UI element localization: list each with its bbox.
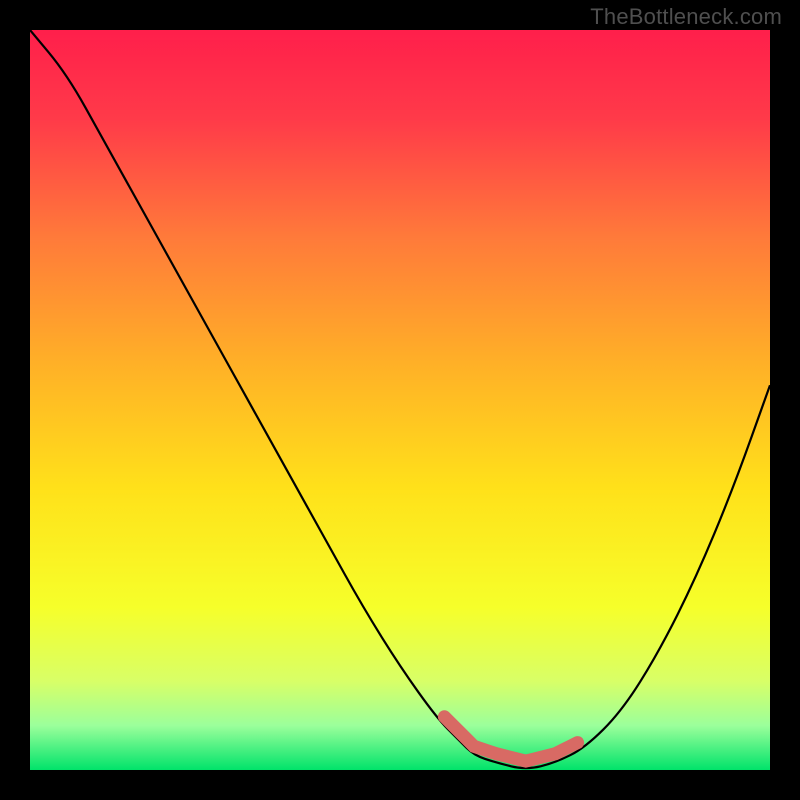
gradient-background [30, 30, 770, 770]
optimal-range-start-dot [438, 711, 450, 723]
plot-area [30, 30, 770, 770]
bottleneck-chart [30, 30, 770, 770]
watermark-text: TheBottleneck.com [590, 4, 782, 30]
chart-frame: TheBottleneck.com [0, 0, 800, 800]
